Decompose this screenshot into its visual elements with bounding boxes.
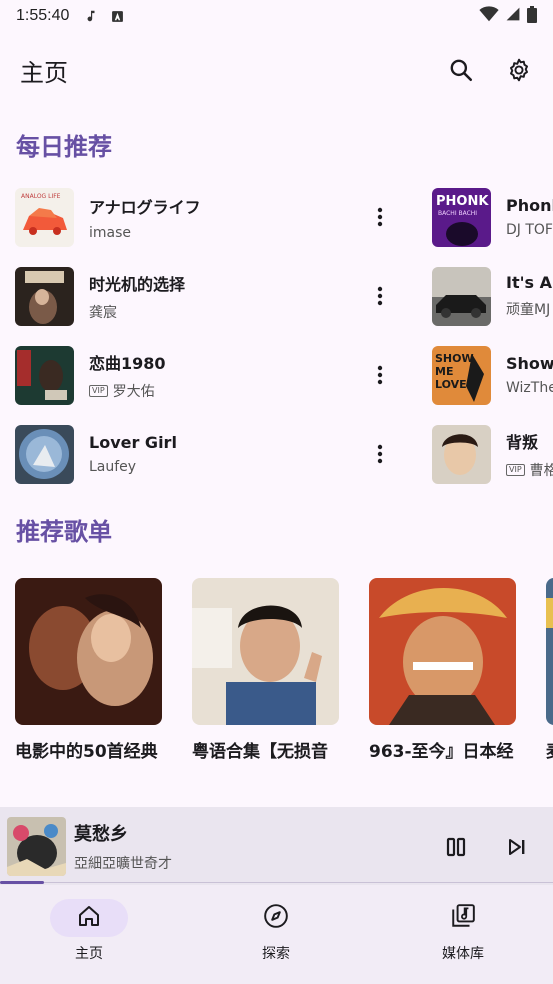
page-title: 主页 — [20, 58, 68, 87]
playlist-cover — [15, 578, 162, 725]
song-item[interactable]: 背叛 VIP 曹格 — [432, 424, 553, 484]
compass-icon — [263, 903, 289, 933]
playlists-section-title: 推荐歌单 — [16, 518, 112, 546]
daily-song-list: ANALOG LIFE アナログライフ imase 时光机的选择 龚宸 恋曲19… — [0, 178, 553, 490]
song-artist: 龚宸 — [89, 302, 185, 322]
now-playing-cover — [7, 817, 66, 876]
song-cover — [15, 266, 74, 326]
song-title: Phonk — [506, 196, 553, 215]
nav-label: 主页 — [75, 946, 103, 962]
playlist-cover — [546, 578, 553, 725]
song-item[interactable]: SHOW ME LOVE Show WizThe — [432, 345, 553, 405]
song-artist: VIP 曹格 — [506, 460, 553, 480]
wifi-icon — [479, 6, 499, 26]
cover-text: ME — [435, 365, 453, 378]
nav-item-explore[interactable]: 探索 — [216, 899, 336, 963]
top-app-bar: 主页 — [0, 46, 553, 94]
artist-name: 罗大佑 — [112, 383, 155, 400]
accessibility-app-icon — [109, 8, 125, 24]
song-artist: WizThe — [506, 380, 553, 396]
song-artist: 顽童MJ — [506, 299, 553, 319]
skip-next-icon[interactable] — [503, 833, 531, 861]
cover-text: LOVE — [435, 378, 467, 391]
cellular-signal-icon — [505, 6, 521, 26]
artist-name: 曹格 — [529, 462, 553, 479]
song-cover: SHOW ME LOVE — [432, 345, 491, 405]
song-cover: PHONK BACHI BACHI — [432, 187, 491, 247]
song-title: It's Ab — [506, 273, 553, 292]
vip-badge: VIP — [506, 463, 525, 476]
settings-gear-icon[interactable] — [505, 56, 533, 84]
home-icon — [77, 904, 101, 932]
song-item[interactable]: 时光机的选择 龚宸 — [15, 266, 185, 326]
song-cover — [432, 266, 491, 326]
song-title: 背叛 — [506, 432, 539, 452]
song-cover: ANALOG LIFE — [15, 187, 74, 247]
cover-text: BACHI BACHI — [438, 210, 477, 217]
song-item[interactable]: ANALOG LIFE アナログライフ imase — [15, 187, 201, 247]
song-cover — [432, 424, 491, 484]
cover-text: ANALOG LIFE — [21, 193, 61, 200]
more-options-icon[interactable] — [370, 439, 390, 469]
playlist-title: 电影中的50首经典 — [15, 742, 158, 762]
playlist-title: 粤语合集【无损音 — [192, 742, 328, 762]
now-playing-title: 莫愁乡 — [74, 824, 128, 845]
library-music-icon — [450, 903, 476, 933]
playlist-card[interactable]: 粤语合集【无损音 — [192, 578, 340, 762]
song-title: Show — [506, 354, 553, 373]
pause-icon[interactable] — [442, 833, 470, 861]
more-options-icon[interactable] — [370, 281, 390, 311]
artist-name: WizThe — [506, 380, 553, 396]
playback-progress-fill — [0, 881, 45, 884]
nav-item-library[interactable]: 媒体库 — [403, 899, 523, 963]
artist-name: 顽童MJ — [506, 302, 551, 318]
song-item[interactable]: 恋曲1980 VIP 罗大佑 — [15, 345, 166, 405]
playlist-card[interactable]: 电影中的50首经典 — [15, 578, 163, 762]
playlist-carousel: 电影中的50首经典 粤语合集【无损音 963-至今』日本经 麦 — [0, 578, 553, 768]
song-title: 时光机的选择 — [89, 274, 186, 294]
status-bar: 1:55:40 — [0, 0, 553, 32]
bottom-navigation: 主页 探索 媒体库 — [0, 885, 553, 984]
nav-item-home[interactable]: 主页 — [29, 899, 149, 963]
nav-label: 媒体库 — [442, 946, 484, 962]
song-title: 恋曲1980 — [89, 353, 166, 373]
song-title: Lover Girl — [89, 433, 177, 452]
song-item[interactable]: Lover Girl Laufey — [15, 424, 177, 484]
song-title: アナログライフ — [89, 197, 201, 217]
song-cover — [15, 345, 74, 405]
artist-name: 龚宸 — [89, 304, 117, 321]
status-time: 1:55:40 — [16, 7, 70, 24]
vip-badge: VIP — [89, 384, 108, 397]
song-cover — [15, 424, 74, 484]
song-artist: Laufey — [89, 459, 177, 475]
artist-name: DJ TOF — [506, 222, 553, 238]
nav-active-indicator — [50, 899, 128, 937]
mini-player[interactable]: 莫愁乡 亞細亞曠世奇才 — [0, 807, 553, 885]
playlist-cover — [192, 578, 339, 725]
more-options-icon[interactable] — [370, 360, 390, 390]
nav-label: 探索 — [262, 946, 290, 962]
playlist-card[interactable]: 963-至今』日本经 — [369, 578, 517, 762]
playlist-card[interactable]: 麦 — [546, 578, 553, 762]
search-icon[interactable] — [447, 56, 475, 84]
playlist-cover — [369, 578, 516, 725]
song-item[interactable]: It's Ab 顽童MJ — [432, 266, 553, 326]
artist-name: imase — [89, 224, 132, 241]
song-artist: DJ TOF — [506, 222, 553, 238]
playlist-title: 963-至今』日本经 — [369, 742, 514, 762]
music-note-icon — [83, 8, 99, 24]
cover-text: SHOW — [435, 352, 474, 365]
song-item[interactable]: PHONKBACHI BACHI Phonk DJ TOF — [432, 187, 553, 247]
daily-section-title: 每日推荐 — [16, 133, 112, 161]
playlist-title: 麦 — [546, 737, 553, 762]
artist-name: Laufey — [89, 459, 137, 475]
song-artist: imase — [89, 225, 201, 241]
now-playing-artist: 亞細亞曠世奇才 — [74, 856, 172, 872]
more-options-icon[interactable] — [370, 202, 390, 232]
battery-icon — [527, 5, 537, 27]
cover-text: PHONK — [436, 194, 489, 209]
song-artist: VIP 罗大佑 — [89, 381, 166, 401]
